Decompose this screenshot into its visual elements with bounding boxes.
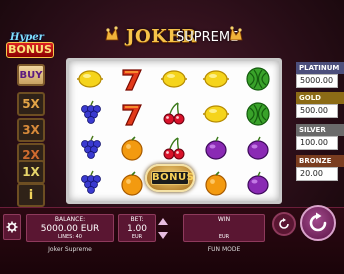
balance-label: BALANCE:	[54, 216, 86, 223]
multiplier-5x-button[interactable]: 5X	[17, 92, 45, 116]
reel-cell	[153, 96, 195, 131]
seven-icon	[122, 103, 142, 126]
watermelon-icon	[246, 101, 270, 126]
reel-cell	[69, 166, 111, 201]
win-value	[184, 224, 264, 234]
seven-icon	[122, 68, 142, 91]
jackpot-bronze-value: 20.00	[296, 167, 338, 181]
autoplay-button[interactable]	[272, 212, 296, 236]
cherries-icon	[163, 101, 185, 124]
reel-cell	[69, 96, 111, 131]
reel-cell	[111, 61, 153, 96]
spin-arrow-icon	[309, 212, 327, 232]
orange-icon	[121, 170, 143, 196]
lemon-icon	[77, 69, 103, 88]
lemon-icon	[203, 104, 229, 123]
jackpot-platinum-label: PLATINUM	[296, 62, 344, 74]
reel-cell	[237, 96, 279, 131]
win-panel: WIN EUR	[183, 214, 265, 242]
reel-cell	[237, 61, 279, 96]
game-logo: JOKER SUPREME	[104, 24, 244, 54]
bet-currency: EUR	[131, 234, 143, 240]
reel-cell	[237, 166, 279, 201]
jackpot-platinum-value: 5000.00	[296, 74, 338, 88]
bonus-logo-text: BONUS	[6, 42, 54, 58]
win-currency: EUR	[218, 234, 230, 240]
grapes-icon	[81, 170, 101, 194]
jester-icon	[105, 26, 119, 41]
bet-decrease-arrow-icon[interactable]	[158, 232, 168, 239]
plum-icon	[247, 171, 269, 195]
plum-icon	[247, 136, 269, 160]
orange-icon	[205, 170, 227, 196]
multiplier-1x-button[interactable]: 1X	[17, 160, 45, 184]
win-label: WIN	[217, 216, 231, 223]
bet-label: BET:	[130, 216, 144, 223]
settings-button[interactable]	[3, 214, 21, 240]
lines-count: LINES: 40	[58, 234, 82, 240]
cherries-icon	[163, 136, 185, 159]
hyper-bonus-logo: Hyper BONUS	[4, 32, 56, 60]
reel-cell	[237, 131, 279, 166]
grapes-icon	[81, 100, 101, 124]
game-name: Joker Supreme	[48, 246, 92, 253]
jackpot-gold-label: GOLD	[296, 92, 344, 104]
reel-cell	[195, 61, 237, 96]
jester-icon	[229, 26, 243, 41]
info-button[interactable]: i	[17, 183, 45, 207]
reel-cell	[153, 131, 195, 166]
reel-cell	[195, 166, 237, 201]
multiplier-3x-button[interactable]: 3X	[17, 118, 45, 142]
bonus-symbol-text: BONUS	[151, 171, 195, 185]
autoplay-icon	[279, 218, 289, 229]
lemon-icon	[161, 69, 187, 88]
reel-cell	[111, 96, 153, 131]
reel-cell	[153, 61, 195, 96]
buy-bonus-button[interactable]: BUY	[17, 64, 45, 86]
balance-panel: BALANCE: 5000.00 EUR LINES: 40	[26, 214, 114, 242]
lemon-icon	[203, 69, 229, 88]
jackpot-gold-value: 500.00	[296, 104, 338, 118]
reel-cell	[195, 96, 237, 131]
balance-value: 5000.00 EUR	[40, 224, 100, 234]
reel-cell	[69, 61, 111, 96]
reel-cell	[69, 131, 111, 166]
reel-cell	[111, 131, 153, 166]
fun-mode-label: FUN MODE	[207, 246, 241, 253]
orange-icon	[121, 135, 143, 161]
reel-cell	[195, 131, 237, 166]
gear-icon	[6, 221, 18, 233]
grapes-icon	[81, 135, 101, 159]
bet-increase-arrow-icon[interactable]	[158, 218, 168, 225]
spin-button[interactable]	[300, 205, 336, 241]
bet-panel[interactable]: BET: 1.00 EUR	[118, 214, 156, 242]
plum-icon	[205, 136, 227, 160]
jackpot-bronze-label: BRONZE	[296, 155, 344, 167]
jackpot-silver-value: 100.00	[296, 136, 338, 150]
watermelon-icon	[246, 66, 270, 91]
bet-value: 1.00	[126, 224, 148, 234]
jackpot-silver-label: SILVER	[296, 124, 344, 136]
